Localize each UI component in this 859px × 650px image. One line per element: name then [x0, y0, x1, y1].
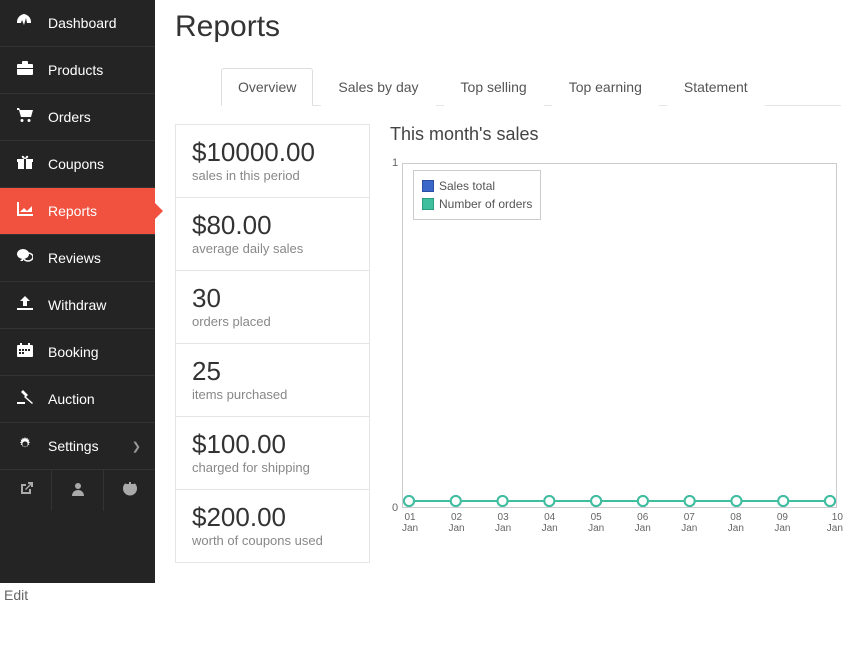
- y-axis-max: 1: [392, 157, 398, 169]
- sidebar-item-reports[interactable]: Reports: [0, 188, 155, 235]
- sidebar-item-label: Orders: [48, 109, 91, 125]
- stat-label: charged for shipping: [192, 460, 353, 475]
- tab-top-earning[interactable]: Top earning: [552, 68, 659, 106]
- sidebar-item-label: Withdraw: [48, 297, 106, 313]
- gift-icon: [14, 155, 36, 173]
- sidebar-item-reviews[interactable]: Reviews: [0, 235, 155, 282]
- chart-icon: [14, 202, 36, 220]
- sidebar-item-orders[interactable]: Orders: [0, 94, 155, 141]
- sidebar-item-auction[interactable]: Auction: [0, 376, 155, 423]
- sidebar-item-label: Products: [48, 62, 103, 78]
- main-content: Reports Overview Sales by day Top sellin…: [155, 0, 859, 583]
- stat-value: $100.00: [192, 429, 353, 460]
- stat-label: average daily sales: [192, 241, 353, 256]
- stat-items-purchased: 25 items purchased: [175, 343, 370, 416]
- stat-coupons: $200.00 worth of coupons used: [175, 489, 370, 563]
- x-axis-labels: 01 Jan02 Jan03 Jan04 Jan05 Jan06 Jan07 J…: [402, 508, 837, 534]
- edit-link[interactable]: Edit: [0, 583, 859, 603]
- sidebar-item-withdraw[interactable]: Withdraw: [0, 282, 155, 329]
- power-button[interactable]: [104, 470, 155, 511]
- tab-statement[interactable]: Statement: [667, 68, 765, 106]
- chart-area: Sales total Number of orders: [402, 163, 837, 508]
- x-tick-label: 05 Jan: [582, 512, 610, 534]
- stat-label: orders placed: [192, 314, 353, 329]
- dashboard-icon: [14, 14, 36, 32]
- sidebar-item-label: Dashboard: [48, 15, 117, 31]
- tab-overview[interactable]: Overview: [221, 68, 313, 106]
- stat-value: $80.00: [192, 210, 353, 241]
- stat-value: $10000.00: [192, 137, 353, 168]
- x-tick-label: 08 Jan: [722, 512, 750, 534]
- x-tick-label: 07 Jan: [675, 512, 703, 534]
- stats-column: $10000.00 sales in this period $80.00 av…: [175, 124, 370, 563]
- calendar-icon: [14, 343, 36, 361]
- sidebar-item-label: Reports: [48, 203, 97, 219]
- sidebar-item-label: Reviews: [48, 250, 101, 266]
- chart-svg: [403, 164, 836, 507]
- sidebar-item-booking[interactable]: Booking: [0, 329, 155, 376]
- stat-value: $200.00: [192, 502, 353, 533]
- page-title: Reports: [175, 10, 841, 44]
- sidebar-item-settings[interactable]: Settings ❯: [0, 423, 155, 470]
- chart-title: This month's sales: [390, 124, 841, 145]
- x-tick-label: 04 Jan: [536, 512, 564, 534]
- sidebar-item-label: Coupons: [48, 156, 104, 172]
- x-tick-label: 01 Jan: [396, 512, 424, 534]
- chart-column: This month's sales 1 0 Sales total N: [390, 124, 841, 563]
- stat-label: items purchased: [192, 387, 353, 402]
- stat-value: 30: [192, 283, 353, 314]
- sidebar-item-dashboard[interactable]: Dashboard: [0, 0, 155, 47]
- sidebar-item-label: Auction: [48, 391, 95, 407]
- stat-orders-placed: 30 orders placed: [175, 270, 370, 343]
- x-tick-label: 10 Jan: [815, 512, 843, 534]
- briefcase-icon: [14, 61, 36, 79]
- x-tick-label: 02 Jan: [443, 512, 471, 534]
- external-link-button[interactable]: [0, 470, 52, 511]
- stat-shipping: $100.00 charged for shipping: [175, 416, 370, 489]
- tab-top-selling[interactable]: Top selling: [444, 68, 544, 106]
- sidebar-item-coupons[interactable]: Coupons: [0, 141, 155, 188]
- x-tick-label: 06 Jan: [629, 512, 657, 534]
- gear-icon: [14, 437, 36, 455]
- sidebar-item-label: Booking: [48, 344, 99, 360]
- stat-value: 25: [192, 356, 353, 387]
- comments-icon: [14, 249, 36, 267]
- x-tick-label: 03 Jan: [489, 512, 517, 534]
- gavel-icon: [14, 390, 36, 408]
- sidebar-item-products[interactable]: Products: [0, 47, 155, 94]
- sidebar-bottom-bar: [0, 470, 155, 511]
- sidebar-item-label: Settings: [48, 438, 99, 454]
- user-button[interactable]: [52, 470, 104, 511]
- stat-label: worth of coupons used: [192, 533, 353, 548]
- report-tabs: Overview Sales by day Top selling Top ea…: [221, 68, 841, 106]
- stat-sales-period: $10000.00 sales in this period: [175, 124, 370, 197]
- upload-icon: [14, 296, 36, 314]
- x-tick-label: 09 Jan: [768, 512, 796, 534]
- stat-avg-daily: $80.00 average daily sales: [175, 197, 370, 270]
- sidebar: Dashboard Products Orders Coupons Report…: [0, 0, 155, 583]
- stat-label: sales in this period: [192, 168, 353, 183]
- chevron-right-icon: ❯: [132, 440, 141, 453]
- cart-icon: [14, 108, 36, 126]
- tab-sales-by-day[interactable]: Sales by day: [321, 68, 435, 106]
